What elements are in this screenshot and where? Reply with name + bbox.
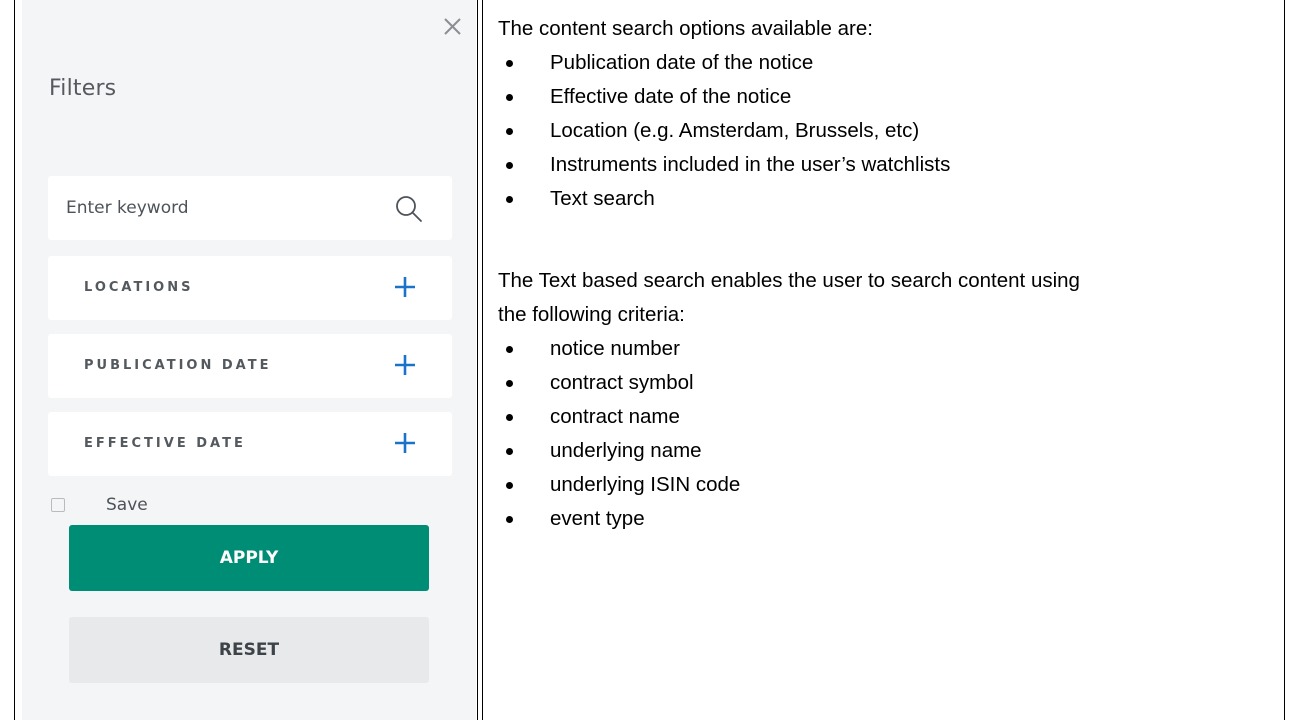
search-icon[interactable]: [392, 192, 426, 226]
filters-title: Filters: [49, 76, 117, 101]
bullet-dot: [506, 482, 513, 489]
bullet-dot: [506, 380, 513, 387]
criteria-text: event type: [550, 507, 645, 530]
plus-icon[interactable]: [392, 274, 418, 300]
bullet-dot: [506, 162, 513, 169]
bullet-dot: [506, 128, 513, 135]
bullet-dot: [506, 60, 513, 67]
option-text: Location (e.g. Amsterdam, Brussels, etc): [550, 119, 920, 142]
plus-icon[interactable]: [392, 352, 418, 378]
bullet-dot: [506, 414, 513, 421]
option-text: Effective date of the notice: [550, 85, 792, 108]
plus-icon[interactable]: [392, 430, 418, 456]
apply-button[interactable]: APPLY: [69, 525, 429, 591]
bullet-dot: [506, 346, 513, 353]
description-cell: The content search options available are…: [498, 0, 1278, 720]
table-border-divider-b: [482, 0, 483, 720]
search-input[interactable]: [66, 194, 366, 222]
filter-row-publication-date[interactable]: PUBLICATION DATE: [48, 334, 452, 398]
bullet-dot: [506, 448, 513, 455]
filter-row-locations[interactable]: LOCATIONS: [48, 256, 452, 320]
table-border-left: [14, 0, 15, 720]
criteria-text: contract name: [550, 405, 680, 428]
bullet-dot: [506, 516, 513, 523]
close-icon[interactable]: [440, 14, 466, 40]
filters-panel-screenshot: Filters LOCATIONS PUBLICATION DATE EFFEC…: [22, 0, 476, 720]
filter-label-locations: LOCATIONS: [84, 280, 194, 295]
option-text: Instruments included in the user’s watch…: [550, 153, 951, 176]
table-border-divider-a: [477, 0, 478, 720]
filter-label-effective-date: EFFECTIVE DATE: [84, 436, 246, 451]
options-intro: The content search options available are…: [498, 17, 873, 40]
text-search-intro-line2: the following criteria:: [498, 303, 685, 326]
criteria-text: contract symbol: [550, 371, 694, 394]
option-text: Text search: [550, 187, 655, 210]
criteria-text: underlying ISIN code: [550, 473, 741, 496]
table-border-right: [1284, 0, 1285, 720]
bullet-dot: [506, 94, 513, 101]
save-label: Save: [106, 495, 148, 515]
bullet-dot: [506, 196, 513, 203]
search-box: [48, 176, 452, 240]
filter-label-publication-date: PUBLICATION DATE: [84, 358, 272, 373]
text-search-intro-line1: The Text based search enables the user t…: [498, 269, 1080, 292]
filter-row-effective-date[interactable]: EFFECTIVE DATE: [48, 412, 452, 476]
option-text: Publication date of the notice: [550, 51, 814, 74]
reset-button[interactable]: RESET: [69, 617, 429, 683]
criteria-text: notice number: [550, 337, 680, 360]
criteria-text: underlying name: [550, 439, 702, 462]
save-checkbox[interactable]: [51, 498, 65, 512]
